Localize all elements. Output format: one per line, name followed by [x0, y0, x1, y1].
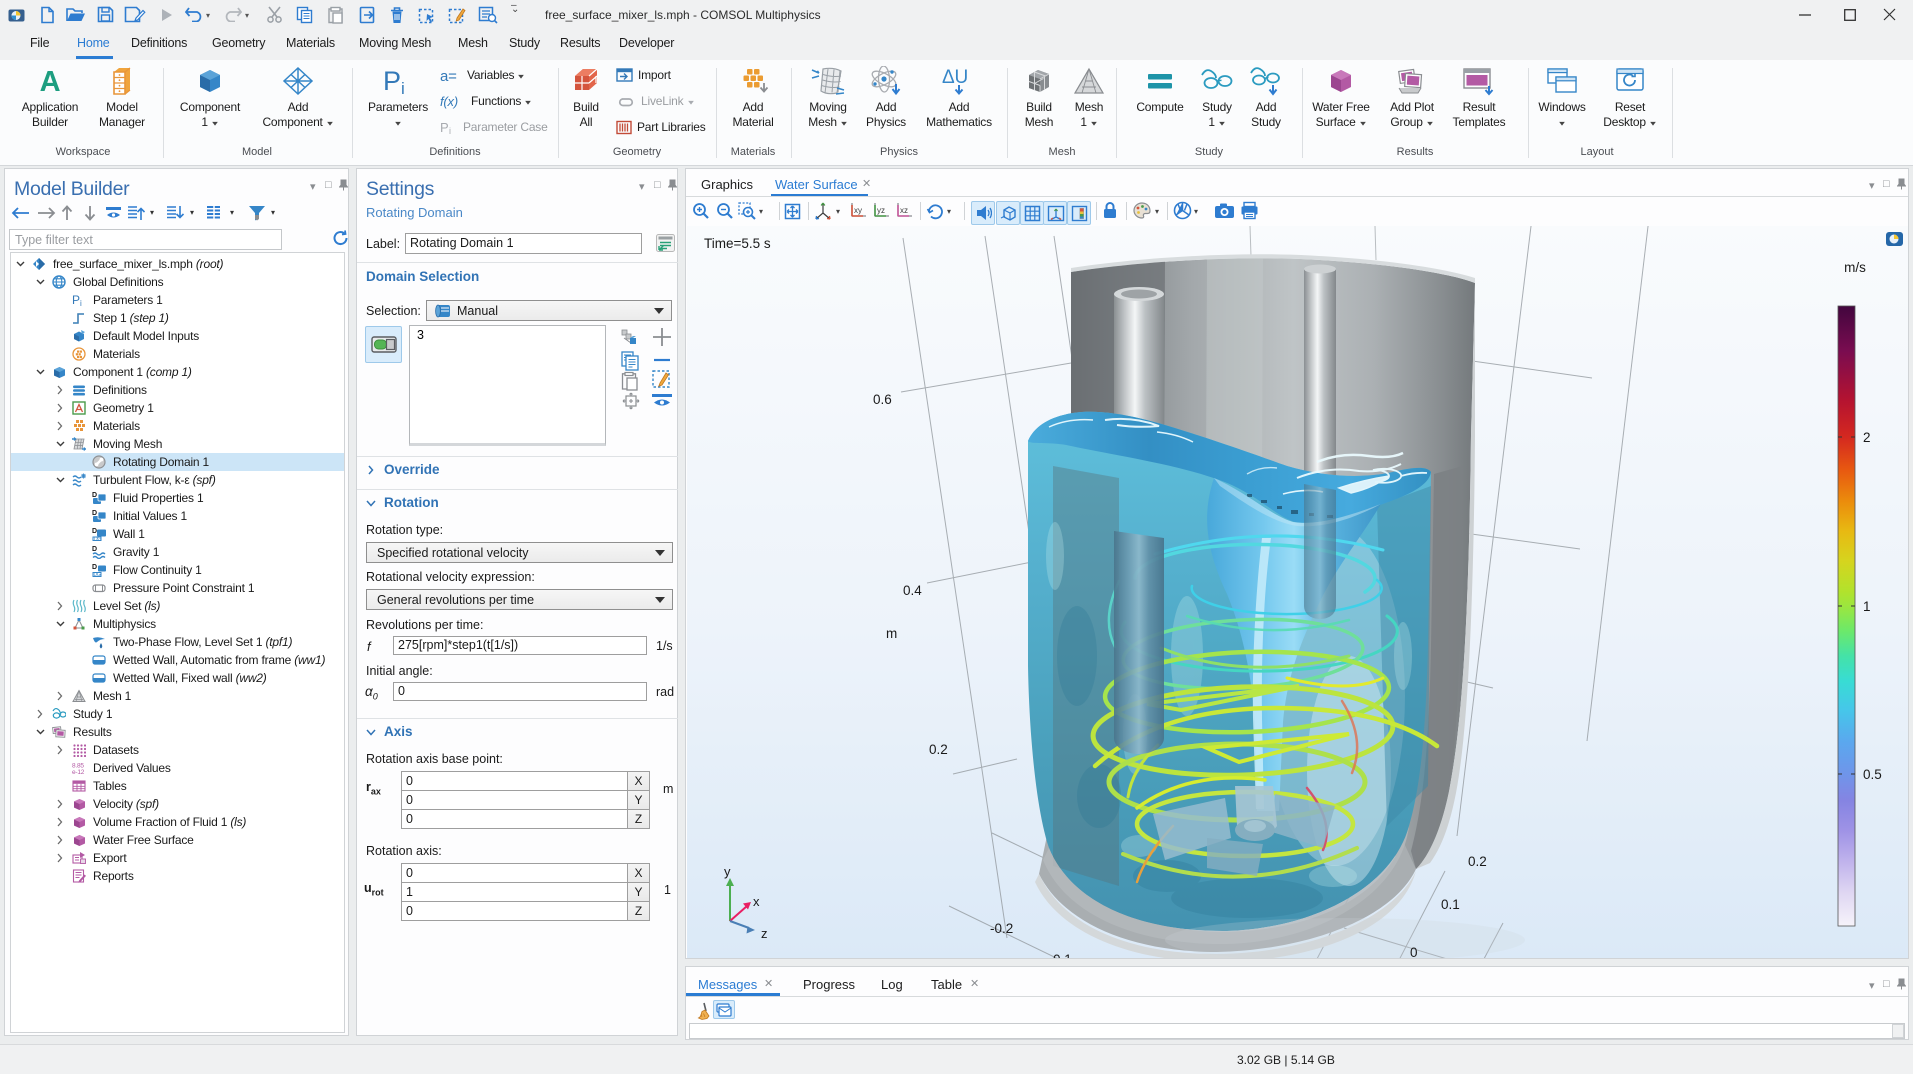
svg-text:D: D: [92, 546, 97, 553]
svg-text:0: 0: [1410, 945, 1418, 958]
svg-text:i: i: [80, 299, 82, 307]
svg-text:0.1: 0.1: [1053, 952, 1072, 958]
svg-text:e-12: e-12: [72, 769, 85, 775]
svg-text:0.2: 0.2: [929, 742, 948, 757]
svg-text:0.4: 0.4: [903, 583, 922, 598]
svg-text:D: D: [92, 492, 97, 499]
svg-text:2: 2: [1863, 430, 1871, 445]
svg-text:-0.2: -0.2: [990, 921, 1013, 936]
svg-text:D: D: [92, 564, 97, 571]
svg-text:P: P: [72, 293, 80, 307]
svg-text:xz: xz: [900, 206, 908, 215]
svg-text:P: P: [440, 120, 448, 135]
svg-text:x: x: [753, 894, 760, 909]
svg-text:0.5: 0.5: [1863, 767, 1882, 782]
svg-text:D: D: [92, 510, 97, 517]
svg-text:z: z: [761, 926, 768, 941]
svg-text:D: D: [92, 528, 97, 535]
svg-text:DG: DG: [94, 537, 101, 542]
svg-text:0.2: 0.2: [1468, 854, 1487, 869]
svg-text:xy: xy: [854, 206, 862, 215]
svg-text:0.1: 0.1: [1441, 897, 1460, 912]
svg-text:m: m: [886, 626, 897, 641]
svg-text:yz: yz: [877, 206, 885, 215]
svg-text:ΔU: ΔU: [942, 67, 968, 88]
svg-text:0.6: 0.6: [873, 392, 892, 407]
svg-text:1: 1: [1863, 599, 1871, 614]
svg-text:m/s: m/s: [1844, 260, 1866, 275]
svg-text:A: A: [40, 66, 61, 96]
svg-text:a=: a=: [440, 68, 457, 83]
svg-text:i: i: [449, 126, 451, 135]
svg-text:P: P: [383, 66, 401, 96]
svg-text:i: i: [401, 79, 405, 96]
svg-text:y: y: [724, 864, 731, 879]
svg-text:f(x): f(x): [440, 94, 458, 109]
svg-text:Time=5.5 s: Time=5.5 s: [704, 236, 771, 251]
svg-text:DG: DG: [94, 572, 101, 577]
